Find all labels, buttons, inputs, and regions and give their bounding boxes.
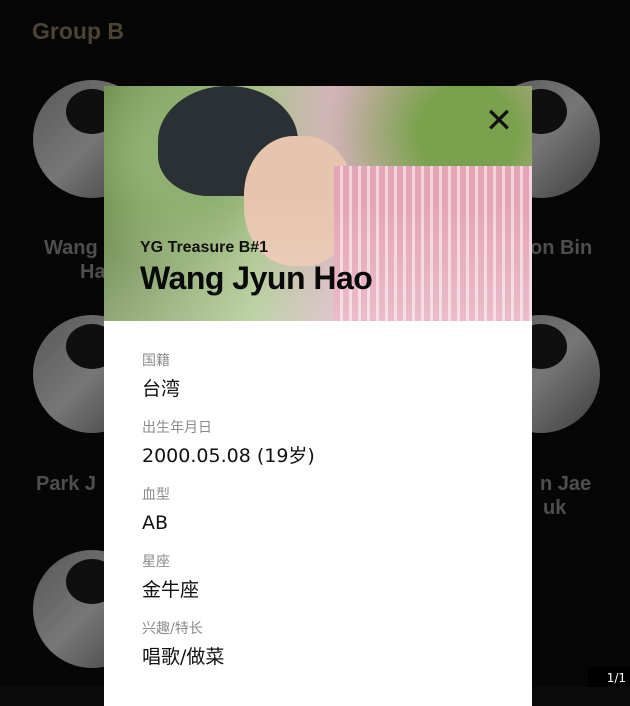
field-nationality: 国籍 台湾: [142, 351, 502, 418]
profile-name: Wang Jyun Hao: [140, 260, 373, 296]
field-zodiac: 星座 金牛座: [142, 552, 502, 619]
field-hobbies: 兴趣/特长 唱歌/做菜: [142, 619, 502, 686]
field-value: 金牛座: [142, 579, 200, 601]
field-label: 出生年月日: [142, 420, 212, 436]
field-birthdate: 出生年月日 2000.05.08 (19岁): [142, 418, 502, 485]
field-value: 台湾: [142, 378, 181, 400]
page-indicator: 1/1: [588, 667, 630, 687]
close-icon[interactable]: ✕: [484, 104, 514, 138]
field-label: 血型: [142, 487, 170, 503]
profile-subtitle: YG Treasure B#1: [140, 239, 269, 256]
profile-fields: 国籍 台湾 出生年月日 2000.05.08 (19岁) 血型 AB 星座 金牛…: [142, 351, 502, 686]
profile-photo: ✕ YG Treasure B#1 Wang Jyun Hao: [104, 86, 532, 321]
field-value: AB: [142, 512, 169, 534]
field-label: 星座: [142, 554, 170, 570]
field-value: 唱歌/做菜: [142, 646, 225, 668]
field-label: 兴趣/特长: [142, 621, 203, 637]
field-value: 2000.05.08 (19岁): [142, 445, 315, 467]
profile-modal: ✕ YG Treasure B#1 Wang Jyun Hao 国籍 台湾 出生…: [104, 86, 532, 706]
field-label: 国籍: [142, 353, 170, 369]
field-blood-type: 血型 AB: [142, 485, 502, 552]
